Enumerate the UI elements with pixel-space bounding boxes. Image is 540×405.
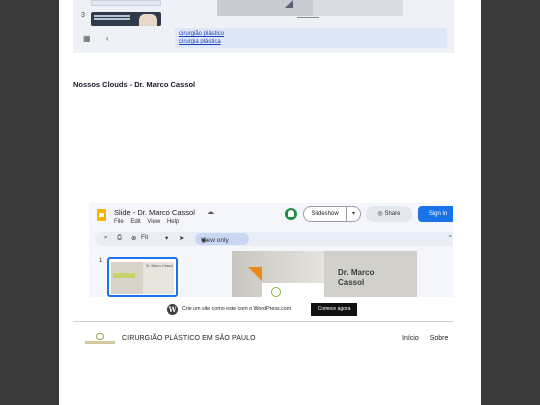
- chevron-down-icon[interactable]: ▾: [346, 206, 361, 222]
- slide-number: 1: [99, 258, 103, 264]
- slide-thumbnail-1[interactable]: Dr. Marco Cassol: [107, 257, 178, 297]
- slide-thumbnail-3[interactable]: [91, 12, 161, 26]
- menu-edit[interactable]: Edit: [130, 219, 140, 225]
- link-cirurgia-plastica[interactable]: cirurgia plástica: [175, 38, 447, 46]
- menu-file[interactable]: File: [114, 219, 124, 225]
- google-slides-embed: Slide - Dr. Marco Cassol ☁ File Edit Vie…: [89, 203, 453, 297]
- nav-sobre[interactable]: Sobre: [430, 335, 449, 342]
- grid-icon[interactable]: ▦: [83, 34, 91, 43]
- print-icon[interactable]: ⎙: [117, 234, 122, 242]
- site-name[interactable]: CIRURGIÃO PLÁSTICO EM SÃO PAULO: [122, 335, 256, 342]
- pointer-icon[interactable]: ➤: [179, 234, 184, 242]
- toolbar: ⌕ ⎙ ⊕ Fit ▾ ➤ ◉ View only ⌃: [95, 232, 453, 246]
- wordpress-banner: W Crie um site como este com o WordPress…: [167, 303, 357, 317]
- menu-bar: File Edit View Help: [114, 219, 184, 225]
- slide-thumbnail-2[interactable]: [91, 0, 161, 6]
- slide-canvas: Dr. Marco Cassol: [232, 251, 417, 297]
- current-slide-preview: [217, 0, 403, 16]
- scroll-indicator: [297, 17, 319, 18]
- view-only-label: View only: [201, 237, 229, 244]
- collapse-icon[interactable]: ⌃: [448, 234, 453, 242]
- top-slides-embed: 3 ▦ ‹ cirurgião plástico cirurgia plásti…: [73, 0, 454, 53]
- page-content: 3 ▦ ‹ cirurgião plástico cirurgia plásti…: [59, 0, 481, 405]
- logo-ring-icon: [271, 287, 281, 297]
- nav-inicio[interactable]: Início: [402, 335, 419, 342]
- slide-heading: Dr. Marco Cassol: [338, 268, 375, 287]
- zoom-select[interactable]: Fit: [141, 234, 148, 241]
- zoom-dropdown-icon[interactable]: ▾: [165, 234, 168, 242]
- document-title: Slide - Dr. Marco Cassol: [114, 208, 195, 217]
- orange-triangle-shape: [248, 267, 262, 281]
- menu-help[interactable]: Help: [167, 219, 179, 225]
- thumb-title: Dr. Marco Cassol: [146, 264, 173, 268]
- clinic-logo: [113, 273, 135, 278]
- site-logo[interactable]: [85, 333, 115, 345]
- links-panel: cirurgião plástico cirurgia plástica: [175, 28, 447, 48]
- account-icon[interactable]: [285, 208, 297, 220]
- start-now-button[interactable]: Comece agora: [311, 303, 357, 316]
- share-button[interactable]: ◎ Share: [366, 206, 412, 222]
- share-label: Share: [384, 211, 401, 217]
- link-cirurgiao-plastico[interactable]: cirurgião plástico: [175, 30, 447, 38]
- slide-number-label: 3: [81, 12, 85, 19]
- sign-in-button[interactable]: Sign in: [418, 206, 453, 222]
- zoom-icon[interactable]: ⊕: [131, 234, 136, 242]
- chevron-left-icon[interactable]: ‹: [106, 34, 109, 43]
- cloud-status-icon: ☁: [207, 209, 214, 216]
- section-title: Nossos Clouds - Dr. Marco Cassol: [73, 80, 196, 89]
- portrait-image: [139, 14, 157, 26]
- slideshow-button[interactable]: Slideshow: [303, 206, 347, 222]
- footer-divider: [73, 321, 453, 322]
- footer-nav: Início Sobre: [393, 335, 448, 342]
- search-icon[interactable]: ⌕: [104, 234, 108, 242]
- wordpress-banner-text[interactable]: Crie um site como este com o WordPress.c…: [182, 306, 291, 312]
- slides-logo-icon: [97, 209, 106, 221]
- view-only-badge[interactable]: ◉ View only: [195, 233, 249, 245]
- wordpress-icon: W: [167, 304, 178, 315]
- menu-view[interactable]: View: [147, 219, 160, 225]
